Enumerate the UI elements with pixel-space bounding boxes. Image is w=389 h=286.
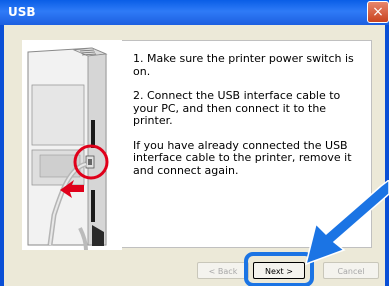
back-button-label: < Back [208,267,238,276]
usb-dialog-window: USB × 1. Make sure the printer power swi… [0,0,389,286]
instruction-step-3: If you have already connected the USB in… [133,138,352,177]
window-frame-left [0,25,4,286]
close-button[interactable]: × [367,1,389,23]
window-title: USB [8,5,36,19]
blue-arrow-icon [304,180,389,266]
back-button[interactable]: < Back [197,262,249,279]
instruction-step-2: 2. Connect the USB interface cable to yo… [133,89,341,127]
title-bar[interactable]: USB × [0,0,389,25]
instruction-step-1: 1. Make sure the printer power switch is… [133,52,354,78]
instructions-text: 1. Make sure the printer power switch is… [133,52,358,189]
printer-usb-port-illustration [22,40,122,250]
close-icon: × [372,4,384,20]
